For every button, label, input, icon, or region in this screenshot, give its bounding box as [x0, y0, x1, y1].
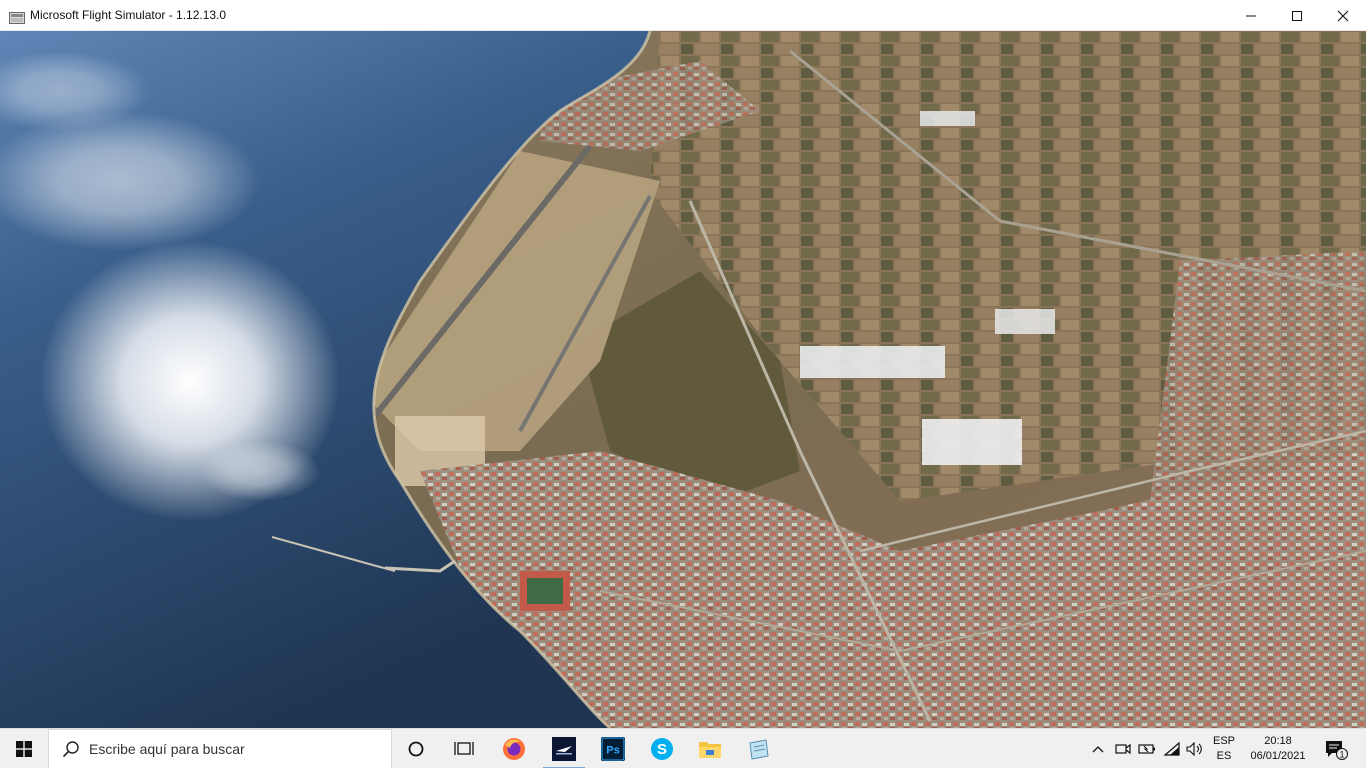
minimize-button[interactable]: [1228, 0, 1274, 31]
cortana-icon: [408, 741, 424, 757]
notification-count: 1: [1339, 750, 1344, 760]
camera-icon: [1115, 743, 1131, 755]
photoshop-icon: Ps: [601, 737, 625, 761]
clock-time: 20:18: [1264, 735, 1292, 747]
skype-label: S: [657, 741, 667, 758]
window-title: Microsoft Flight Simulator - 1.12.13.0: [30, 8, 227, 22]
file-explorer-button[interactable]: [686, 729, 734, 768]
notification-icon: 1: [1326, 741, 1348, 760]
volume-button[interactable]: [1184, 729, 1206, 768]
battery-button[interactable]: [1136, 729, 1158, 768]
maximize-button[interactable]: [1274, 0, 1320, 31]
skype-icon: S: [651, 738, 673, 760]
windows-icon: [16, 741, 32, 757]
language-button[interactable]: ESP ES: [1206, 729, 1242, 768]
task-view-button[interactable]: [440, 729, 488, 768]
taskbar: Escribe aquí para buscar Ps S ESP ES 20:…: [0, 728, 1366, 768]
clock-button[interactable]: 20:18 06/01/2021: [1244, 729, 1312, 768]
clock-date: 06/01/2021: [1250, 750, 1306, 762]
search-box[interactable]: Escribe aquí para buscar: [48, 729, 392, 768]
battery-icon: [1138, 744, 1155, 754]
search-icon: [62, 741, 79, 758]
notepad-button[interactable]: [735, 729, 783, 768]
file-explorer-icon: [699, 742, 721, 758]
photoshop-button[interactable]: Ps: [589, 729, 637, 768]
network-button[interactable]: [1160, 729, 1184, 768]
search-placeholder: Escribe aquí para buscar: [89, 741, 245, 757]
start-button[interactable]: [0, 729, 48, 768]
minimize-icon: [1246, 15, 1256, 16]
speaker-icon: [1186, 742, 1202, 756]
flight-simulator-button[interactable]: [540, 729, 588, 768]
flight-simulator-icon: [552, 737, 576, 761]
skype-button[interactable]: S: [638, 729, 686, 768]
show-hidden-icons-button[interactable]: [1088, 729, 1108, 768]
simulator-viewport[interactable]: [0, 31, 1366, 728]
maximize-icon: [1292, 10, 1302, 21]
action-center-button[interactable]: 1: [1316, 729, 1356, 768]
aerial-scene: [0, 31, 1366, 728]
firefox-icon: [503, 738, 525, 760]
app-icon: [9, 9, 25, 24]
close-button[interactable]: [1320, 0, 1366, 31]
wifi-icon: [1164, 742, 1180, 756]
meet-now-button[interactable]: [1112, 729, 1134, 768]
close-icon: [1337, 10, 1349, 21]
title-bar[interactable]: Microsoft Flight Simulator - 1.12.13.0: [0, 0, 1366, 31]
language-bottom: ES: [1216, 750, 1232, 762]
chevron-up-icon: [1092, 746, 1104, 753]
firefox-button[interactable]: [490, 729, 538, 768]
cortana-button[interactable]: [392, 729, 440, 768]
language-top: ESP: [1212, 735, 1235, 747]
notepad-icon: [749, 739, 769, 760]
photoshop-label: Ps: [606, 745, 619, 757]
task-view-icon: [454, 742, 474, 755]
